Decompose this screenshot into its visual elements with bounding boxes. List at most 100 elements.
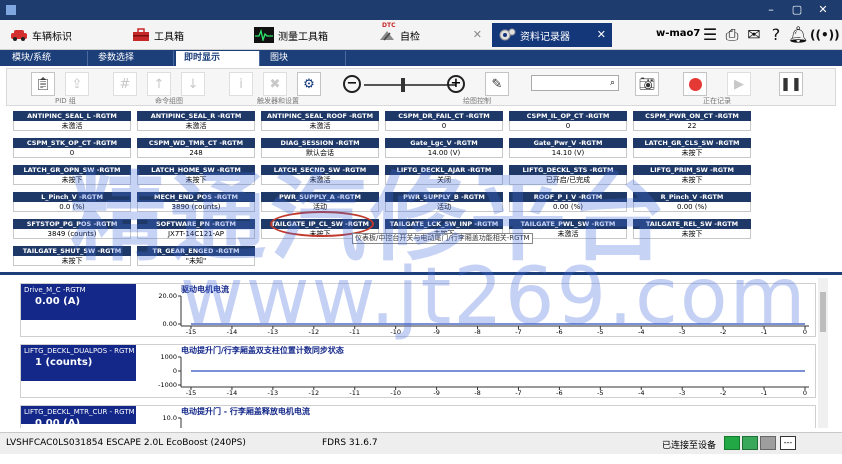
pid-cell[interactable]: TAILGATE_SHUT_SW -RGTM 未按下	[13, 246, 131, 266]
pid-name: TAILGATE_PWL_SW -RGTM	[509, 219, 627, 229]
pid-cell[interactable]: LIFTG_DECKL_AJAR -RGTM 关闭	[385, 165, 503, 185]
subtab-graph[interactable]: 图块	[262, 51, 346, 66]
snapshot-button[interactable]: 📷︎	[635, 72, 659, 96]
chart-panel[interactable]: Drive_M_C -RGTM 0.00 (A) 驱动电机电流 20.00 0.00 -1…	[20, 283, 816, 337]
play-button[interactable]: ▶	[727, 72, 751, 96]
pid-cell[interactable]: LIFTG_PRIM_SW -RGTM 未按下	[633, 165, 751, 185]
pid-cell[interactable]: SOFTWARE_PN -RGTM JX7T-14C121-AP	[137, 219, 255, 239]
pid-cell[interactable]: MECH_END_POS -RGTM 3890 (counts)	[137, 192, 255, 212]
pid-cell[interactable]: CSPM_PWR_ON_CT -RGTM 22	[633, 111, 751, 131]
x-tick-label: -11	[349, 328, 361, 336]
minimize-button[interactable]: –	[760, 2, 782, 18]
pid-cell[interactable]: SFTSTOP_PG_POS -RGTM 3849 (counts)	[13, 219, 131, 239]
pid-value: 22	[633, 121, 751, 131]
graph-options-button[interactable]: ✎	[485, 72, 509, 96]
pid-cell[interactable]: Gate_Lgc_V -RGTM 14.00 (V)	[385, 138, 503, 158]
pid-value: 未按下	[13, 256, 131, 266]
tab-toolbox[interactable]: 工具箱	[126, 23, 238, 47]
pid-cell[interactable]: R_Pinch_V -RGTM 0.00 (%)	[633, 192, 751, 212]
pid-cell[interactable]: CSPM_IL_OP_CT -RGTM 0	[509, 111, 627, 131]
trigger-settings-button[interactable]: ⚙	[297, 72, 321, 96]
pid-list-button[interactable]: 📋︎	[31, 72, 55, 96]
subtab-modules[interactable]: 模块/系统	[4, 51, 88, 66]
zoom-slider-handle[interactable]	[401, 78, 405, 92]
pid-value: 未按下	[633, 148, 751, 158]
close-tab-icon[interactable]: ✕	[597, 28, 606, 41]
chart-signal-label[interactable]: LIFTG_DECKL_MTR_CUR - RGTM 0.00 (A)	[21, 406, 136, 428]
printer-icon[interactable]: ⎙	[722, 24, 742, 46]
close-tab-icon[interactable]: ✕	[473, 28, 482, 41]
pid-cell[interactable]: ROOF_P_I_V -RGTM 0.00 (%)	[509, 192, 627, 212]
username: w-mao7	[656, 28, 701, 39]
pid-cell[interactable]: ANTIPINC_SEAL_ROOF -RGTM 未激活	[261, 111, 379, 131]
menu-icon[interactable]: ☰	[700, 24, 720, 46]
chart-panel[interactable]: LIFTG_DECKL_DUALPOS - RGTM 1 (counts) 电动提升…	[20, 344, 816, 398]
clipboard-icon: 📋︎	[34, 76, 52, 92]
y-tick-label: 0	[172, 367, 177, 375]
pid-cell[interactable]: CSPM_DR_FAIL_CT -RGTM 0	[385, 111, 503, 131]
pid-name: R_Pinch_V -RGTM	[633, 192, 751, 202]
pid-cell[interactable]: ANTIPINC_SEAL_R -RGTM 未激活	[137, 111, 255, 131]
scrollbar-thumb[interactable]	[820, 292, 826, 332]
clipboard-upload-icon: ⇪	[71, 76, 83, 92]
subtab-parameter-select[interactable]: 参数选择	[90, 51, 174, 66]
tab-data-logger[interactable]: 资料记录器 ✕	[492, 23, 612, 47]
chart-plot	[178, 356, 809, 390]
chart-signal-name: Drive_M_C -RGTM	[24, 286, 86, 294]
pid-value: 未按下	[633, 175, 751, 185]
tab-label: 车辆标识	[32, 31, 72, 43]
record-button[interactable]	[683, 72, 707, 96]
pid-cell[interactable]: PWR_SUPPLY_A -RGTM 活动	[261, 192, 379, 212]
pid-cell[interactable]: Gate_Pwr_V -RGTM 14.10 (V)	[509, 138, 627, 158]
pid-value: 0.00 (%)	[633, 202, 751, 212]
pid-name: ANTIPINC_SEAL_ROOF -RGTM	[261, 111, 379, 121]
move-up-button[interactable]: ↑	[147, 72, 171, 96]
bell-icon[interactable]: 🔔︎	[788, 24, 808, 46]
x-tick-label: -2	[719, 328, 727, 336]
mail-icon[interactable]: ✉	[744, 24, 764, 46]
pid-cell[interactable]: LATCH_HOME_SW -RGTM 未按下	[137, 165, 255, 185]
search-input[interactable]: ⌕	[531, 75, 619, 91]
pause-button[interactable]: ❚❚	[779, 72, 803, 96]
chart-signal-label[interactable]: LIFTG_DECKL_DUALPOS - RGTM 1 (counts)	[21, 345, 136, 381]
close-button[interactable]: ✕	[812, 2, 834, 18]
chart-scrollbar[interactable]	[818, 278, 828, 428]
grid-button[interactable]: #	[113, 72, 137, 96]
chart-signal-label[interactable]: Drive_M_C -RGTM 0.00 (A)	[21, 284, 136, 320]
zoom-in-button[interactable]: +	[447, 75, 465, 93]
pid-value: 0	[13, 148, 131, 158]
connection-icon[interactable]: ((•))	[810, 24, 840, 46]
help-icon[interactable]: ?	[766, 24, 786, 46]
pid-cell[interactable]: LATCH_GR_CLS_SW -RGTM 未按下	[633, 138, 751, 158]
move-down-button[interactable]: ↓	[181, 72, 205, 96]
tab-self-test[interactable]: DTC 自检 ✕	[372, 22, 488, 47]
tab-vehicle-id[interactable]: 车辆标识	[4, 23, 116, 47]
pid-cell[interactable]: DIAG_SESSION -RGTM 默认会话	[261, 138, 379, 158]
zoom-slider-track[interactable]	[364, 84, 456, 86]
pid-cell[interactable]: L_Pinch_V -RGTM 0.0 (%)	[13, 192, 131, 212]
pid-cell[interactable]: ANTIPINC_SEAL_L -RGTM 未激活	[13, 111, 131, 131]
pid-name: LATCH_HOME_SW -RGTM	[137, 165, 255, 175]
clear-trigger-button[interactable]: ✖	[263, 72, 287, 96]
tab-label: 测量工具箱	[278, 31, 328, 43]
pid-cell[interactable]: TAILGATE_REL_SW -RGTM 未按下	[633, 219, 751, 239]
pid-cell[interactable]: TR_GEAR_ENGED -RGTM "未知"	[137, 246, 255, 266]
sub-tab-bar: 模块/系统 参数选择 即时显示 图块	[0, 50, 842, 66]
info-button[interactable]: i	[229, 72, 253, 96]
section-divider[interactable]	[0, 272, 842, 275]
pid-cell[interactable]: LATCH_SECND_SW -RGTM 未激活	[261, 165, 379, 185]
pid-cell[interactable]: CSPM_WD_TMR_CT -RGTM 248	[137, 138, 255, 158]
pid-cell[interactable]: PWR_SUPPLY_B -RGTM 活动	[385, 192, 503, 212]
zoom-out-button[interactable]: −	[343, 75, 361, 93]
tab-measurement-toolbox[interactable]: 测量工具箱	[248, 23, 364, 47]
chart-panel[interactable]: LIFTG_DECKL_MTR_CUR - RGTM 0.00 (A) 电动提升门 …	[20, 405, 816, 428]
pid-name: TAILGATE_SHUT_SW -RGTM	[13, 246, 131, 256]
status-menu-button[interactable]: ---	[780, 436, 796, 450]
pid-cell[interactable]: CSPM_STK_OP_CT -RGTM 0	[13, 138, 131, 158]
toolbox-icon	[132, 27, 150, 43]
subtab-live-display[interactable]: 即时显示	[176, 51, 260, 66]
pid-cell[interactable]: LIFTG_DECKL_STS -RGTM 已开启/已完成	[509, 165, 627, 185]
pid-cell[interactable]: LATCH_GR_OPN_SW -RGTM 未按下	[13, 165, 131, 185]
maximize-button[interactable]: ▢	[786, 2, 808, 18]
pid-import-button[interactable]: ⇪	[65, 72, 89, 96]
